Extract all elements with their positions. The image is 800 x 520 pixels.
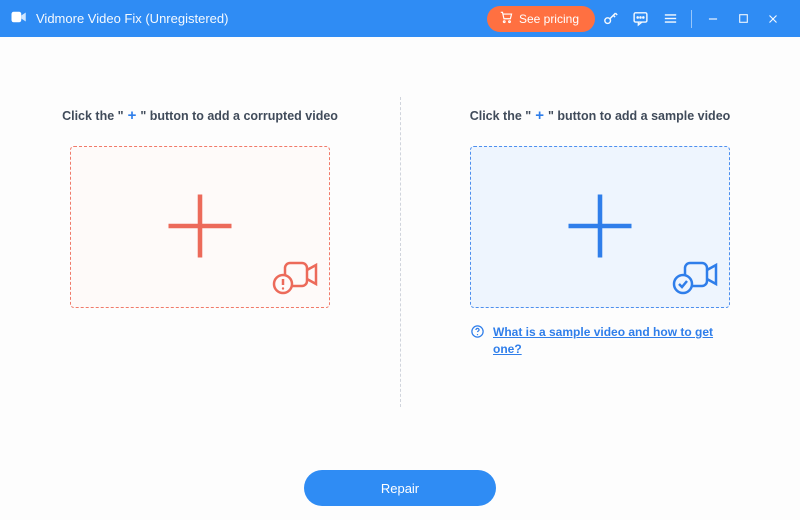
corrupted-instruction-post: " button to add a corrupted video xyxy=(140,109,338,123)
sample-pane: Click the " + " button to add a sample v… xyxy=(400,107,800,470)
titlebar: Vidmore Video Fix (Unregistered) See pri… xyxy=(0,0,800,37)
sample-help-row: What is a sample video and how to get on… xyxy=(470,324,730,359)
plus-icon xyxy=(158,184,242,271)
inline-plus-icon: + xyxy=(126,107,139,124)
corrupted-pane: Click the " + " button to add a corrupte… xyxy=(0,107,400,470)
see-pricing-button[interactable]: See pricing xyxy=(487,6,595,32)
sample-help-link[interactable]: What is a sample video and how to get on… xyxy=(493,324,730,359)
app-title: Vidmore Video Fix (Unregistered) xyxy=(36,11,228,26)
see-pricing-label: See pricing xyxy=(519,12,579,26)
cart-icon xyxy=(499,10,513,27)
sample-instruction-post: " button to add a sample video xyxy=(548,109,730,123)
sample-instruction-pre: Click the " xyxy=(470,109,532,123)
key-icon[interactable] xyxy=(595,0,625,37)
menu-icon[interactable] xyxy=(655,0,685,37)
inline-plus-icon: + xyxy=(533,107,546,124)
titlebar-divider xyxy=(691,10,692,28)
video-check-icon xyxy=(671,256,719,299)
close-icon[interactable] xyxy=(758,0,788,37)
footer: Repair xyxy=(0,470,800,520)
help-icon xyxy=(470,324,485,342)
corrupted-instruction-pre: Click the " xyxy=(62,109,124,123)
main-area: Click the " + " button to add a corrupte… xyxy=(0,37,800,470)
add-corrupted-video-dropzone[interactable] xyxy=(70,146,330,308)
maximize-icon[interactable] xyxy=(728,0,758,37)
repair-button[interactable]: Repair xyxy=(304,470,496,506)
video-warning-icon xyxy=(271,256,319,299)
corrupted-instruction: Click the " + " button to add a corrupte… xyxy=(62,107,338,124)
feedback-icon[interactable] xyxy=(625,0,655,37)
app-logo-icon xyxy=(10,8,28,29)
sample-instruction: Click the " + " button to add a sample v… xyxy=(470,107,731,124)
plus-icon xyxy=(558,184,642,271)
minimize-icon[interactable] xyxy=(698,0,728,37)
vertical-divider xyxy=(400,97,401,407)
add-sample-video-dropzone[interactable] xyxy=(470,146,730,308)
